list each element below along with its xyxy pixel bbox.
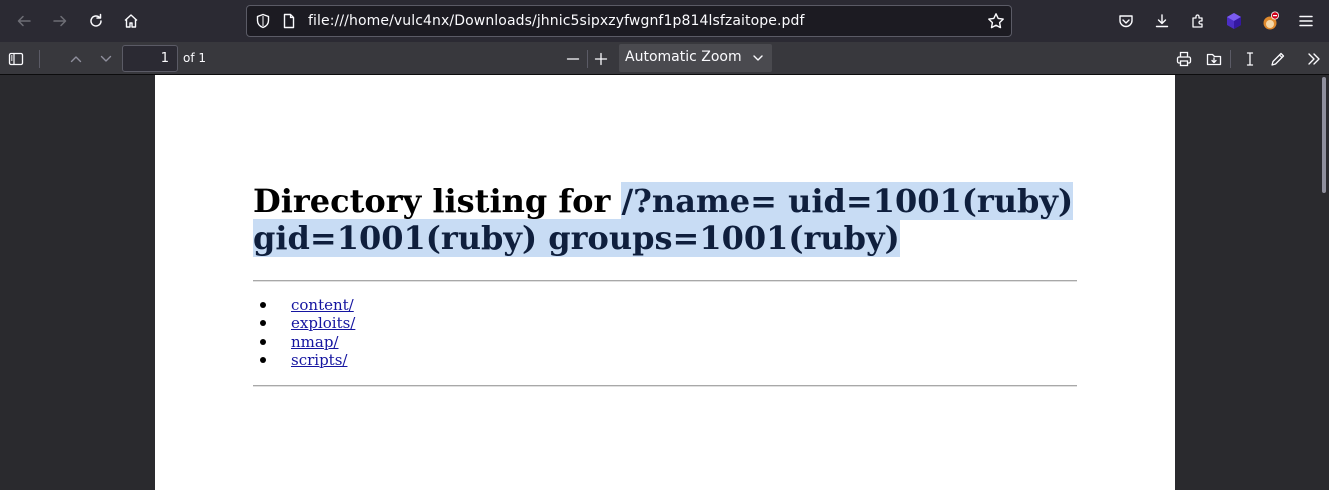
home-button[interactable] [119,9,143,33]
reload-icon [90,13,102,27]
draw-tool-button[interactable] [1266,47,1290,71]
home-icon [124,14,138,28]
chevron-down-icon [753,55,763,61]
save-button[interactable] [1202,47,1226,71]
text-cursor-icon [1246,52,1254,66]
vertical-scrollbar[interactable] [1321,75,1329,490]
tools-menu-button[interactable] [1302,47,1326,71]
toolbar-separator [39,50,40,68]
minus-icon [566,58,580,60]
divider [253,280,1077,282]
extension-fox-button[interactable] [1258,9,1282,33]
toolbar-separator [587,50,588,68]
browser-toolbar: file:///home/vulc4nx/Downloads/jhnic5sip… [0,0,1329,42]
divider [253,385,1077,387]
zoom-out-button[interactable] [561,47,585,71]
reload-button[interactable] [84,9,108,33]
back-button[interactable] [12,9,36,33]
toolbar-separator [1230,50,1231,68]
chevron-up-icon [70,56,82,63]
title-selected-text-line1: /?name= uid=1001(ruby) [621,182,1074,220]
list-item: nmap/ [253,333,355,351]
pocket-button[interactable] [1114,9,1138,33]
page-title: Directory listing for /?name= uid=1001(r… [253,182,1083,257]
sidebar-toggle-button[interactable] [4,47,28,71]
next-page-button[interactable] [94,47,118,71]
download-icon [1155,14,1169,28]
zoom-in-button[interactable] [589,47,613,71]
list-item: exploits/ [253,314,355,332]
directory-link[interactable]: scripts/ [291,351,347,369]
puzzle-icon [1192,14,1203,28]
pocket-icon [1119,15,1133,28]
page-count-label: of 1 [183,51,207,65]
zoom-select-value: Automatic Zoom [625,49,742,65]
shield-icon[interactable] [255,13,271,29]
url-bar[interactable]: file:///home/vulc4nx/Downloads/jhnic5sip… [246,5,1012,37]
page-icon[interactable] [281,13,297,29]
scrollbar-thumb[interactable] [1322,77,1326,193]
pencil-icon [1271,52,1285,66]
save-download-icon [1206,53,1222,66]
list-item: scripts/ [253,351,355,369]
list-item: content/ [253,296,355,314]
page-number-input[interactable]: 1 [122,45,178,72]
sidebar-icon [8,52,24,66]
double-chevron-right-icon [1308,53,1320,65]
directory-list: content/ exploits/ nmap/ scripts/ [253,296,355,369]
title-selected-text-line2: gid=1001(ruby) groups=1001(ruby) [253,219,900,257]
title-text: Directory listing for [253,182,622,220]
directory-link[interactable]: nmap/ [291,333,338,351]
app-menu-button[interactable] [1294,9,1318,33]
pdf-toolbar: 1 of 1 Automatic Zoom [0,42,1329,75]
hamburger-menu-icon [1299,15,1313,27]
pdf-page: Directory listing for /?name= uid=1001(r… [155,75,1175,490]
extensions-button[interactable] [1186,9,1210,33]
bookmark-star-icon[interactable] [987,12,1005,30]
print-button[interactable] [1172,47,1196,71]
text-tool-button[interactable] [1238,47,1262,71]
arrow-right-icon [53,15,67,27]
foxy-extension-icon [1263,11,1279,30]
zoom-select[interactable]: Automatic Zoom [619,44,772,72]
pdf-viewer[interactable]: Directory listing for /?name= uid=1001(r… [0,75,1329,490]
previous-page-button[interactable] [64,47,88,71]
printer-icon [1176,51,1192,67]
arrow-left-icon [17,15,31,27]
directory-link[interactable]: exploits/ [291,314,355,332]
extension-cube-button[interactable] [1222,9,1246,33]
forward-button[interactable] [48,9,72,33]
url-text[interactable]: file:///home/vulc4nx/Downloads/jhnic5sip… [308,12,805,30]
downloads-button[interactable] [1150,9,1174,33]
chevron-down-icon [100,55,112,62]
plus-icon [594,52,608,66]
cube-icon [1227,13,1241,29]
directory-link[interactable]: content/ [291,296,354,314]
